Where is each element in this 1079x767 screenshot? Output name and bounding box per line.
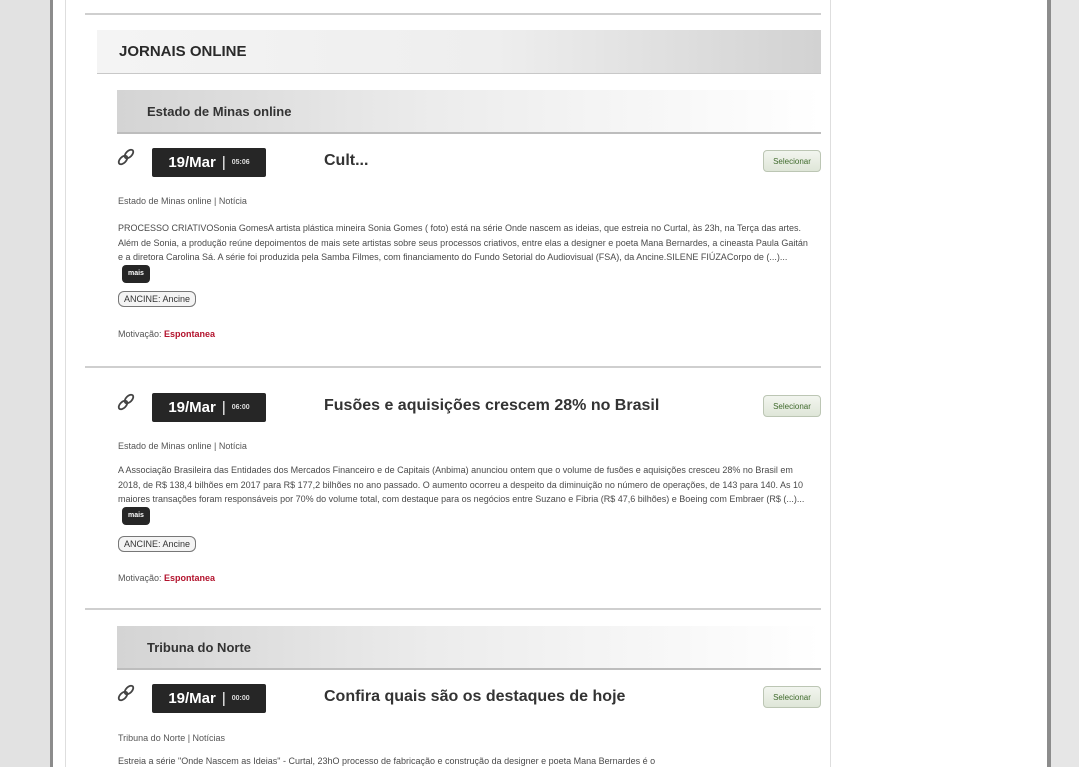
section-title: JORNAIS ONLINE — [119, 43, 247, 60]
article-title[interactable]: Cult... — [324, 152, 368, 170]
date-separator: | — [221, 690, 226, 707]
motivation-line: Motivação: Espontanea — [118, 573, 215, 583]
article-time: 06:00 — [231, 404, 250, 411]
article-title[interactable]: Fusões e aquisições crescem 28% no Brasi… — [324, 397, 659, 415]
motivation-line: Motivação: Espontanea — [118, 329, 215, 339]
article-divider — [85, 366, 821, 368]
article-date: 19/Mar — [168, 690, 216, 707]
section-header: JORNAIS ONLINE — [97, 30, 821, 73]
article-title[interactable]: Confira quais são os destaques de hoje — [324, 688, 625, 706]
news-clipping-panel: JORNAIS ONLINE Estado de Minas online 19… — [65, 0, 831, 767]
article-card: 19/Mar | 06:00 Fusões e aquisições cresc… — [117, 393, 821, 593]
article-divider — [85, 608, 821, 610]
article-excerpt-text: PROCESSO CRIATIVOSonia GomesA artista pl… — [118, 223, 808, 262]
article-card: 19/Mar | 00:00 Confira quais são os dest… — [117, 684, 821, 767]
link-icon[interactable] — [117, 684, 135, 702]
link-icon[interactable] — [117, 393, 135, 411]
article-source-meta: Tribuna do Norte | Notícias — [118, 733, 226, 743]
date-separator: | — [221, 154, 226, 171]
article-card: 19/Mar | 05:06 Cult... Selecionar Estado… — [117, 148, 821, 348]
date-separator: | — [221, 399, 226, 416]
source-header: Tribuna do Norte — [117, 626, 821, 670]
date-badge: 19/Mar | 05:06 — [152, 148, 266, 177]
article-source-meta: Estado de Minas online | Notícia — [118, 196, 247, 206]
select-button[interactable]: Selecionar — [763, 395, 821, 417]
date-badge: 19/Mar | 06:00 — [152, 393, 266, 422]
article-date: 19/Mar — [168, 154, 216, 171]
source-name: Estado de Minas online — [147, 103, 292, 119]
left-gutter — [0, 0, 50, 767]
section-divider — [97, 73, 821, 74]
link-icon[interactable] — [117, 148, 135, 166]
motivation-label: Motivação: — [118, 329, 162, 339]
date-badge: 19/Mar | 00:00 — [152, 684, 266, 713]
more-button[interactable]: mais — [122, 506, 150, 525]
article-excerpt-text: Estreia a série "Onde Nascem as Ideias" … — [118, 756, 656, 766]
source-header: Estado de Minas online — [117, 90, 821, 134]
article-date: 19/Mar — [168, 399, 216, 416]
article-time: 00:00 — [231, 695, 250, 702]
article-excerpt: PROCESSO CRIATIVOSonia GomesA artista pl… — [118, 221, 808, 283]
article-excerpt: A Associação Brasileira das Entidades do… — [118, 463, 808, 525]
left-border — [50, 0, 53, 767]
source-name: Tribuna do Norte — [147, 639, 251, 655]
top-divider — [85, 13, 821, 15]
motivation-value: Espontanea — [164, 573, 216, 583]
article-source-meta: Estado de Minas online | Notícia — [118, 441, 247, 451]
select-button[interactable]: Selecionar — [763, 150, 821, 172]
article-excerpt-text: A Associação Brasileira das Entidades do… — [118, 465, 805, 504]
motivation-label: Motivação: — [118, 573, 162, 583]
select-button[interactable]: Selecionar — [763, 686, 821, 708]
article-excerpt: Estreia a série "Onde Nascem as Ideias" … — [118, 754, 808, 767]
more-button[interactable]: mais — [122, 264, 150, 283]
article-time: 05:06 — [231, 159, 250, 166]
tag-chip[interactable]: ANCINE: Ancine — [118, 536, 197, 552]
tag-chip[interactable]: ANCINE: Ancine — [118, 291, 197, 307]
motivation-value: Espontanea — [164, 329, 216, 339]
right-gutter — [1051, 0, 1079, 767]
